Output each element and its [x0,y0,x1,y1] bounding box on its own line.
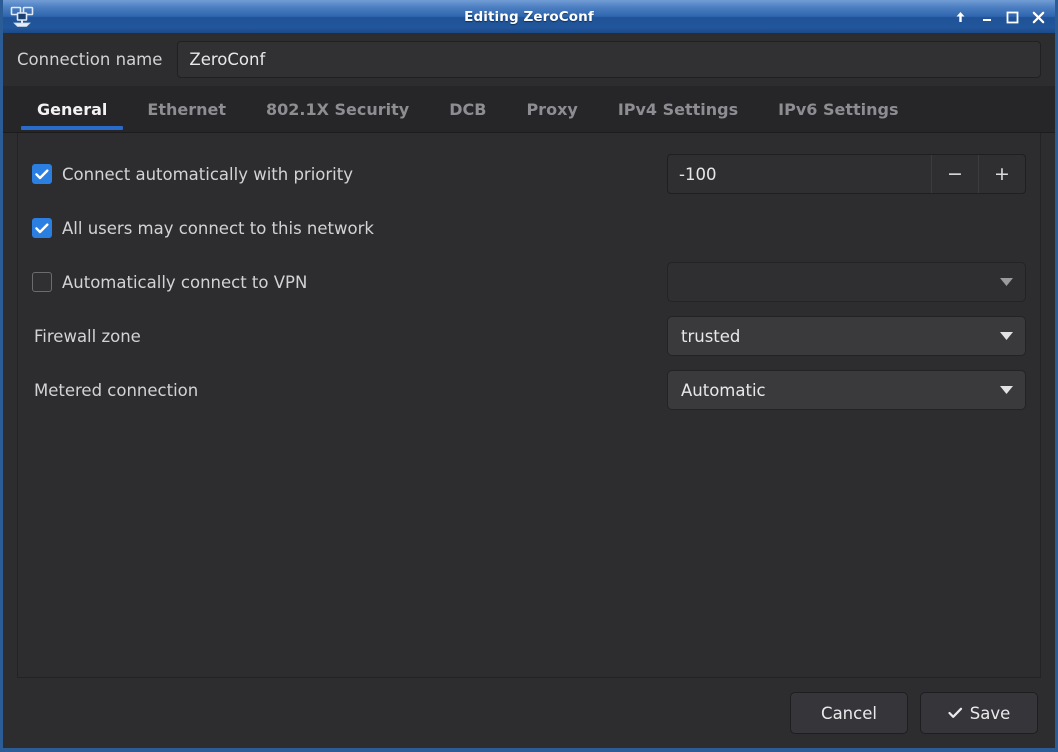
window-titlebar[interactable]: Editing ZeroConf [3,0,1055,33]
firewall-zone-value: trusted [681,327,991,346]
metered-connection-row: Metered connection Automatic [32,363,1026,417]
firewall-zone-dropdown[interactable]: trusted [667,316,1026,356]
cancel-button[interactable]: Cancel [790,692,908,734]
auto-vpn-label: Automatically connect to VPN [62,273,307,292]
tab-ethernet-label: Ethernet [147,100,226,119]
tab-general[interactable]: General [17,86,127,132]
dialog-footer: Cancel Save [3,678,1055,748]
shade-window-button[interactable] [953,8,968,26]
metered-connection-label: Metered connection [34,381,198,400]
connect-automatically-checkbox[interactable] [32,164,52,184]
tab-dcb[interactable]: DCB [429,86,506,132]
connection-name-row: Connection name [3,33,1055,86]
save-button[interactable]: Save [920,692,1038,734]
metered-connection-value: Automatic [681,381,991,400]
general-tab-panel: Connect automatically with priority − + … [17,133,1041,678]
window-title: Editing ZeroConf [3,9,1055,25]
vpn-connection-dropdown[interactable] [667,262,1026,302]
priority-input[interactable] [668,155,931,193]
connection-name-label: Connection name [17,50,162,69]
window-controls [953,8,1046,26]
all-users-row: All users may connect to this network [32,201,1026,255]
firewall-zone-row: Firewall zone trusted [32,309,1026,363]
priority-spinner[interactable]: − + [667,154,1026,194]
priority-increment-button[interactable]: + [978,155,1025,193]
editing-connection-window: Editing ZeroConf [0,0,1058,752]
panel-filler [32,417,1026,677]
chevron-down-icon [999,278,1013,286]
auto-vpn-row: Automatically connect to VPN [32,255,1026,309]
cancel-button-label: Cancel [821,704,877,723]
connection-name-input[interactable] [177,41,1041,78]
tab-proxy[interactable]: Proxy [506,86,597,132]
auto-vpn-checkbox[interactable] [32,272,52,292]
all-users-label: All users may connect to this network [62,219,374,238]
maximize-window-button[interactable] [1005,8,1020,26]
network-connection-icon [9,4,35,30]
checkmark-icon [948,707,963,719]
settings-tabbar: General Ethernet 802.1X Security DCB Pro… [3,86,1055,133]
chevron-down-icon [999,332,1013,340]
tab-8021x-security-label: 802.1X Security [266,100,409,119]
connect-automatically-row: Connect automatically with priority − + [32,147,1026,201]
firewall-zone-label: Firewall zone [34,327,141,346]
minimize-window-button[interactable] [979,8,994,26]
tab-ipv4-settings[interactable]: IPv4 Settings [598,86,758,132]
priority-decrement-button[interactable]: − [931,155,978,193]
tab-dcb-label: DCB [449,100,486,119]
chevron-down-icon [999,386,1013,394]
all-users-checkbox[interactable] [32,218,52,238]
tab-ipv6-settings-label: IPv6 Settings [778,100,898,119]
tab-general-label: General [37,100,107,119]
tab-ethernet[interactable]: Ethernet [127,86,246,132]
tab-ipv6-settings[interactable]: IPv6 Settings [758,86,918,132]
tab-proxy-label: Proxy [526,100,577,119]
close-window-button[interactable] [1031,8,1046,26]
tab-ipv4-settings-label: IPv4 Settings [618,100,738,119]
metered-connection-dropdown[interactable]: Automatic [667,370,1026,410]
save-button-label: Save [970,704,1011,723]
tab-8021x-security[interactable]: 802.1X Security [246,86,429,132]
connect-automatically-label: Connect automatically with priority [62,165,353,184]
